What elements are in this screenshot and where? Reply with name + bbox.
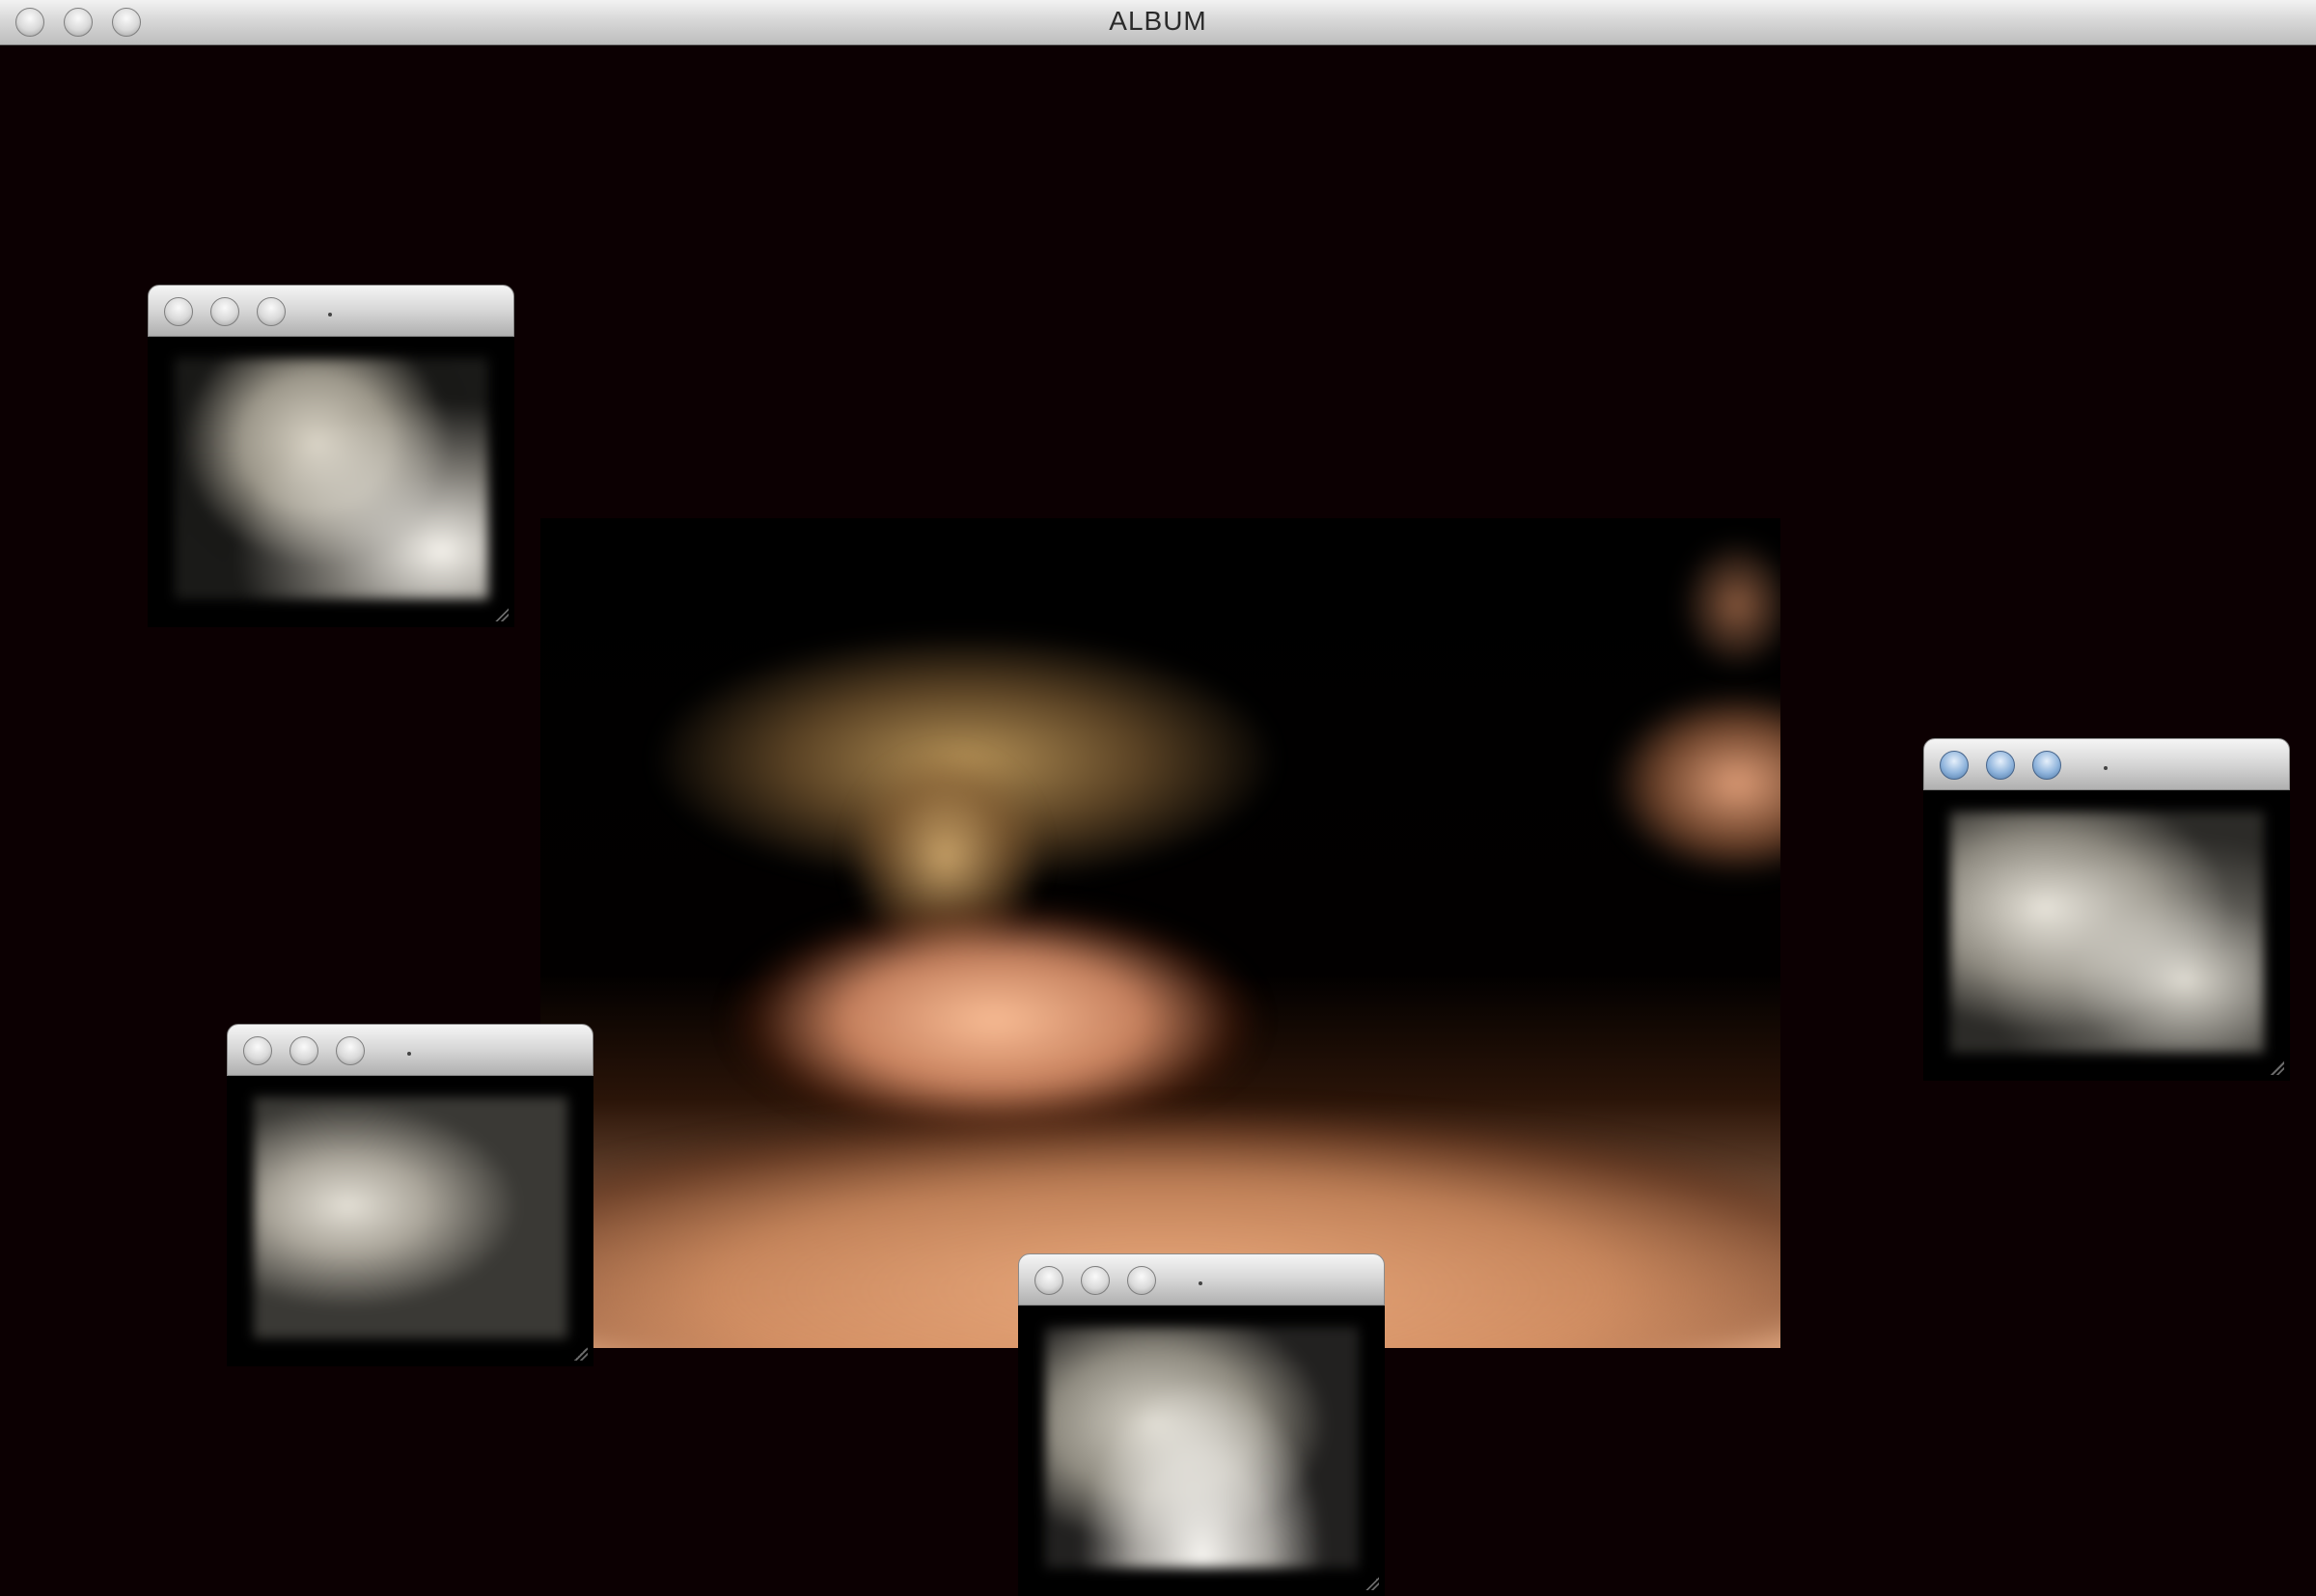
photo-thumbnail[interactable] <box>1950 812 2264 1053</box>
resize-grip-icon[interactable] <box>495 608 509 621</box>
close-button[interactable] <box>243 1036 272 1065</box>
photo-window-title <box>328 313 332 316</box>
zoom-button[interactable] <box>2032 751 2061 780</box>
photo-window-titlebar[interactable] <box>227 1024 593 1076</box>
photo-thumbnail[interactable] <box>254 1097 567 1338</box>
photo-window-frame <box>148 337 514 627</box>
photo-thumbnail[interactable] <box>1045 1327 1359 1568</box>
photo-window-title <box>2104 766 2108 770</box>
photo-window-1[interactable] <box>148 285 514 627</box>
photo-window-frame <box>1923 790 2290 1081</box>
photo-window-frame <box>227 1076 593 1366</box>
minimize-button[interactable] <box>1986 751 2015 780</box>
zoom-button[interactable] <box>257 297 286 326</box>
close-button[interactable] <box>1034 1266 1063 1295</box>
window-titlebar[interactable]: ALBUM <box>0 0 2316 45</box>
photo-window-titlebar[interactable] <box>1923 738 2290 790</box>
minimize-button[interactable] <box>210 297 239 326</box>
main-photo[interactable] <box>540 518 1780 1348</box>
photo-window-title <box>407 1052 411 1056</box>
album-canvas <box>0 45 2316 1596</box>
photo-window-frame <box>1018 1306 1385 1596</box>
photo-window-titlebar[interactable] <box>148 285 514 337</box>
resize-grip-icon[interactable] <box>574 1347 588 1361</box>
close-button[interactable] <box>164 297 193 326</box>
photo-window-title <box>1199 1281 1202 1285</box>
zoom-button[interactable] <box>336 1036 365 1065</box>
minimize-button[interactable] <box>290 1036 318 1065</box>
close-button[interactable] <box>1940 751 1969 780</box>
resize-grip-icon[interactable] <box>2271 1061 2284 1075</box>
photo-window-titlebar[interactable] <box>1018 1253 1385 1306</box>
photo-window-4[interactable] <box>1018 1253 1385 1596</box>
photo-window-2[interactable] <box>1923 738 2290 1081</box>
photo-window-3[interactable] <box>227 1024 593 1366</box>
photo-thumbnail[interactable] <box>175 358 488 599</box>
zoom-button[interactable] <box>1127 1266 1156 1295</box>
window-title: ALBUM <box>1109 6 1207 36</box>
minimize-button[interactable] <box>1081 1266 1110 1295</box>
